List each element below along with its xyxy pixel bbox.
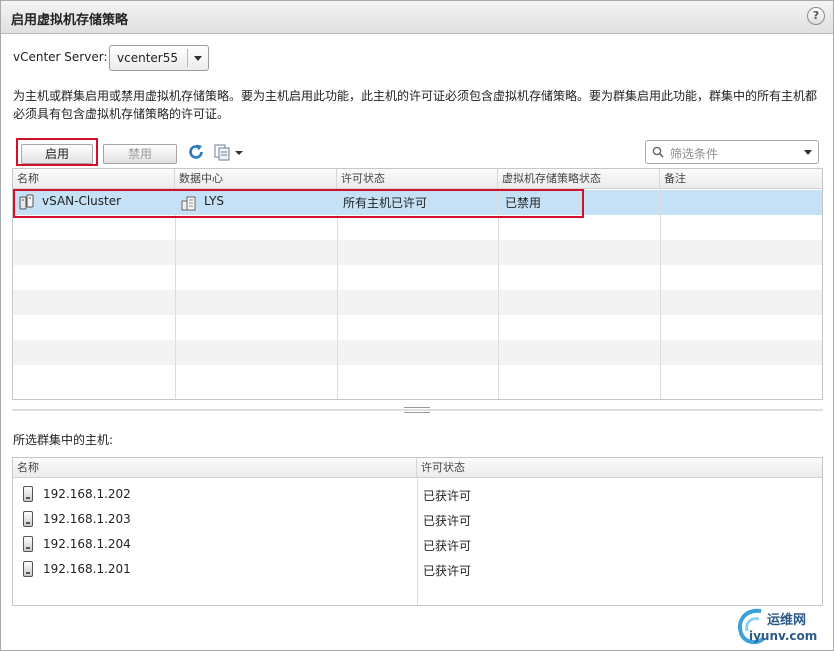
empty-row [13, 290, 822, 315]
dialog-titlebar: 启用虚拟机存储策略 ? [1, 1, 833, 34]
host-license: 已获许可 [423, 514, 472, 528]
empty-row [13, 365, 822, 390]
column-header-datacenter[interactable]: 数据中心 [175, 169, 337, 189]
vcenter-server-select[interactable]: vcenter55 [109, 45, 209, 71]
column-divider [337, 189, 338, 399]
disable-button[interactable]: 禁用 [103, 144, 177, 164]
clusters-table-header: 名称 数据中心 许可状态 虚拟机存储策略状态 备注 [13, 169, 822, 189]
host-icon [23, 486, 33, 502]
empty-row [13, 315, 822, 340]
host-license: 已获许可 [423, 564, 472, 578]
column-header-host-name[interactable]: 名称 [13, 458, 417, 478]
empty-row [13, 340, 822, 365]
column-header-policy-status[interactable]: 虚拟机存储策略状态 [498, 169, 660, 189]
filter-input[interactable]: 筛选条件 [645, 140, 819, 164]
watermark-logo: 运维网 iyunv.com [735, 605, 831, 649]
hosts-table: 名称 许可状态 192.168.1.202 已获许可 192.168.1.203… [12, 457, 823, 606]
column-header-notes[interactable]: 备注 [660, 169, 822, 189]
watermark-url: iyunv.com [749, 629, 818, 643]
chevron-down-icon[interactable] [194, 56, 202, 61]
empty-row [13, 215, 822, 240]
column-divider [660, 189, 661, 399]
column-header-license-status[interactable]: 许可状态 [337, 169, 498, 189]
hosts-section-title: 所选群集中的主机: [13, 433, 114, 447]
select-divider [187, 49, 188, 67]
dialog-title: 启用虚拟机存储策略 [11, 13, 129, 28]
host-icon [23, 511, 33, 527]
host-license: 已获许可 [423, 539, 472, 553]
empty-row [13, 240, 822, 265]
enable-button-highlight [16, 138, 98, 166]
empty-row [13, 265, 822, 290]
column-header-host-license[interactable]: 许可状态 [417, 458, 822, 478]
selected-row-highlight [13, 189, 584, 218]
chevron-down-icon[interactable] [804, 150, 812, 155]
enable-vm-storage-policy-dialog: 启用虚拟机存储策略 ? vCenter Server: vcenter55 为主… [0, 0, 834, 651]
host-icon [23, 536, 33, 552]
splitter-grip-icon[interactable] [404, 407, 430, 413]
search-icon [652, 146, 664, 158]
host-license: 已获许可 [423, 489, 472, 503]
column-divider [498, 189, 499, 399]
vcenter-server-value: vcenter55 [117, 51, 178, 65]
policy-description: 为主机或群集启用或禁用虚拟机存储策略。要为主机启用此功能，此主机的许可证必须包含… [13, 89, 818, 121]
column-divider [175, 189, 176, 399]
host-name: 192.168.1.201 [43, 562, 131, 576]
export-list-icon[interactable] [214, 143, 244, 161]
column-divider [417, 478, 418, 605]
hosts-table-header: 名称 许可状态 [13, 458, 822, 478]
refresh-icon[interactable] [187, 143, 205, 161]
vcenter-server-label: vCenter Server: [13, 50, 108, 64]
host-name: 192.168.1.204 [43, 537, 131, 551]
filter-placeholder: 筛选条件 [670, 147, 719, 161]
help-icon[interactable]: ? [807, 7, 825, 25]
watermark-text: 运维网 [767, 613, 807, 628]
host-name: 192.168.1.203 [43, 512, 131, 526]
column-header-name[interactable]: 名称 [13, 169, 175, 189]
host-name: 192.168.1.202 [43, 487, 131, 501]
host-icon [23, 561, 33, 577]
